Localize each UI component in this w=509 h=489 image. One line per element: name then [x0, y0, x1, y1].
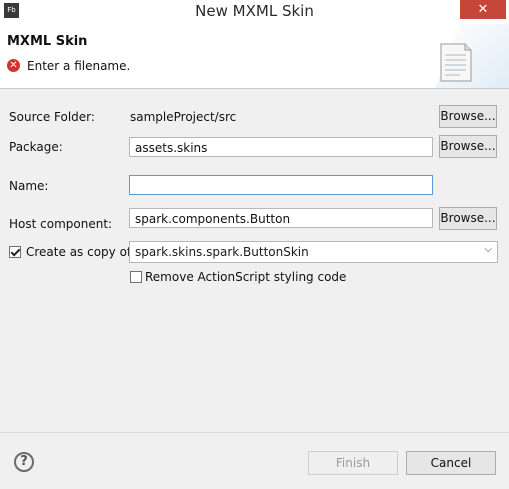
- close-button[interactable]: ✕: [460, 0, 506, 19]
- chevron-down-icon: ⌵: [484, 244, 492, 255]
- source-folder-value: sampleProject/src: [130, 110, 237, 124]
- error-icon: ✕: [7, 59, 20, 72]
- host-component-field[interactable]: spark.components.Button: [129, 208, 433, 228]
- cancel-button[interactable]: Cancel: [406, 451, 496, 475]
- host-component-label: Host component:: [9, 217, 113, 231]
- window-title: New MXML Skin: [195, 2, 314, 20]
- create-copy-label: Create as copy of:: [26, 245, 135, 259]
- dialog-header: MXML Skin ✕ Enter a filename.: [0, 24, 509, 89]
- source-folder-browse-button[interactable]: Browse...: [439, 105, 497, 128]
- close-icon: ✕: [477, 2, 489, 17]
- finish-button[interactable]: Finish: [308, 451, 398, 475]
- name-label: Name:: [9, 179, 49, 193]
- file-banner-icon: [435, 24, 509, 88]
- help-icon[interactable]: ?: [14, 452, 34, 472]
- header-title: MXML Skin: [7, 34, 88, 49]
- source-folder-label: Source Folder:: [9, 110, 95, 124]
- remove-actionscript-checkbox[interactable]: [130, 271, 142, 283]
- remove-actionscript-label: Remove ActionScript styling code: [145, 270, 347, 284]
- title-bar: Fb New MXML Skin ✕: [0, 0, 509, 24]
- create-copy-value: spark.skins.spark.ButtonSkin: [135, 245, 309, 259]
- create-copy-checkbox[interactable]: [9, 246, 21, 258]
- package-browse-button[interactable]: Browse...: [439, 135, 497, 158]
- create-copy-select[interactable]: spark.skins.spark.ButtonSkin ⌵: [129, 241, 498, 263]
- package-field[interactable]: assets.skins: [129, 137, 433, 157]
- error-message: Enter a filename.: [27, 59, 131, 73]
- name-field[interactable]: [129, 175, 433, 195]
- host-component-browse-button[interactable]: Browse...: [439, 207, 497, 230]
- footer-divider: [0, 432, 509, 433]
- package-label: Package:: [9, 140, 63, 154]
